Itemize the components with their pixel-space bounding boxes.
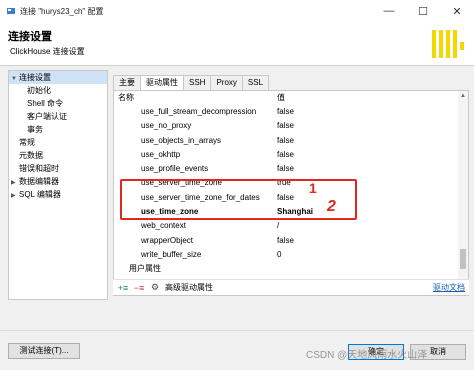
tree-item[interactable]: 常规 bbox=[9, 136, 107, 149]
property-name: use_objects_in_arrays bbox=[141, 135, 222, 145]
property-name: wrapperObject bbox=[141, 235, 194, 245]
test-connection-button[interactable]: 测试连接(T)... bbox=[8, 343, 80, 359]
table-row[interactable]: use_full_stream_decompression false bbox=[114, 105, 468, 119]
tree-item[interactable]: 元数据 bbox=[9, 149, 107, 162]
tree-item[interactable]: ▶ SQL 编辑器 bbox=[9, 188, 107, 201]
property-value[interactable]: false bbox=[277, 105, 294, 119]
tab-1[interactable]: 驱动属性 bbox=[140, 75, 184, 91]
annotation-1: 1 bbox=[309, 180, 317, 196]
tree-item-label: 数据编辑器 bbox=[19, 177, 59, 186]
page-subtitle: ClickHouse 连接设置 bbox=[10, 47, 85, 56]
highlight-box bbox=[120, 179, 357, 220]
settings-tree[interactable]: ▼ 连接设置 初始化 Shell 命令 客户端认证 事务 常规 元数据 错误和超时 ▶ 数据编辑器 ▶… bbox=[8, 70, 108, 300]
property-value[interactable]: false bbox=[277, 134, 294, 148]
app-icon bbox=[7, 8, 15, 14]
advanced-properties-label: 高级驱动属性 bbox=[165, 283, 213, 292]
tree-item-label: Shell 命令 bbox=[27, 99, 64, 108]
property-name: 用户属性 bbox=[129, 264, 161, 274]
tree-item[interactable]: ▼ 连接设置 bbox=[9, 71, 107, 84]
table-row[interactable]: wrapperObject false bbox=[114, 234, 468, 248]
property-value[interactable]: false bbox=[277, 162, 294, 176]
property-name: write_buffer_size bbox=[141, 249, 202, 259]
scroll-up-icon[interactable]: ▲ bbox=[458, 91, 468, 101]
column-header-value[interactable]: 值 bbox=[277, 91, 285, 105]
close-button[interactable]: ✕ bbox=[440, 0, 474, 22]
clickhouse-logo-icon bbox=[430, 26, 466, 62]
table-row[interactable]: web_context / bbox=[114, 219, 468, 233]
table-row[interactable]: 用户属性 bbox=[114, 262, 468, 276]
property-name: web_context bbox=[141, 221, 186, 231]
tree-item[interactable]: 事务 bbox=[9, 123, 107, 136]
table-row[interactable]: use_objects_in_arrays false bbox=[114, 134, 468, 148]
page-header: 连接设置 ClickHouse 连接设置 bbox=[0, 22, 474, 66]
driver-docs-link[interactable]: 驱动文档 bbox=[433, 282, 465, 293]
property-name: use_full_stream_decompression bbox=[141, 107, 257, 116]
page-title: 连接设置 bbox=[8, 31, 52, 43]
advanced-settings-icon[interactable]: ⚙ bbox=[149, 282, 161, 294]
property-name: use_no_proxy bbox=[141, 121, 192, 131]
property-value[interactable]: false bbox=[277, 234, 294, 248]
tab-3[interactable]: Proxy bbox=[210, 75, 243, 90]
tree-item[interactable]: 错误和超时 bbox=[9, 162, 107, 175]
minimize-button[interactable]: — bbox=[372, 0, 406, 22]
remove-property-icon[interactable]: −≡ bbox=[133, 282, 145, 294]
tree-item-label: 错误和超时 bbox=[19, 164, 59, 173]
tree-item[interactable]: 客户端认证 bbox=[9, 110, 107, 123]
table-row[interactable]: use_okhttp false bbox=[114, 148, 468, 162]
maximize-button[interactable]: ☐ bbox=[406, 0, 440, 22]
tree-item-label: 常规 bbox=[19, 138, 35, 147]
property-value[interactable]: false bbox=[277, 119, 294, 133]
table-row[interactable]: use_profile_events false bbox=[114, 162, 468, 176]
tree-item-label: 客户端认证 bbox=[27, 112, 67, 121]
chevron-down-icon[interactable]: ▼ bbox=[11, 73, 19, 86]
panel-toolbar: +≡ −≡ ⚙ 高级驱动属性 驱动文档 bbox=[113, 279, 469, 295]
tree-item[interactable]: Shell 命令 bbox=[9, 97, 107, 110]
tab-0[interactable]: 主要 bbox=[113, 75, 141, 90]
driver-properties-panel: 名称 值 use_full_stream_decompression false u… bbox=[113, 90, 469, 296]
tree-item-label: 初始化 bbox=[27, 86, 51, 95]
tree-item-label: 事务 bbox=[27, 125, 43, 134]
watermark: CSDN @天地风雨水火山泽 bbox=[306, 350, 428, 361]
property-value[interactable]: false bbox=[277, 148, 294, 162]
tab-4[interactable]: SSL bbox=[241, 75, 270, 90]
chevron-right-icon[interactable]: ▶ bbox=[11, 190, 19, 203]
tree-item-label: 元数据 bbox=[19, 151, 43, 160]
table-row[interactable]: write_buffer_size 0 bbox=[114, 248, 468, 262]
property-name: use_profile_events bbox=[141, 164, 209, 174]
property-value[interactable]: / bbox=[277, 219, 279, 233]
vertical-scrollbar[interactable]: ▲ ▼ bbox=[458, 91, 468, 295]
scrollbar-thumb[interactable] bbox=[460, 249, 466, 269]
property-name: use_okhttp bbox=[141, 149, 181, 159]
tab-2[interactable]: SSH bbox=[183, 75, 212, 90]
tree-item-label: SQL 编辑器 bbox=[19, 190, 61, 199]
tree-item[interactable]: ▶ 数据编辑器 bbox=[9, 175, 107, 188]
property-value[interactable]: 0 bbox=[277, 248, 281, 262]
tree-item-label: 连接设置 bbox=[19, 73, 51, 82]
table-row[interactable]: use_no_proxy false bbox=[114, 119, 468, 133]
window-titlebar: 连接 "hurys23_ch" 配置 — ☐ ✕ bbox=[0, 0, 474, 22]
grid-header: 名称 值 bbox=[114, 91, 468, 105]
column-header-name[interactable]: 名称 bbox=[118, 91, 134, 105]
add-property-icon[interactable]: +≡ bbox=[117, 282, 129, 294]
tree-item[interactable]: 初始化 bbox=[9, 84, 107, 97]
annotation-2: 2 bbox=[327, 198, 336, 215]
tab-bar: 主要 驱动属性 SSH Proxy SSL bbox=[113, 75, 270, 91]
footer-divider bbox=[0, 330, 474, 331]
window-title: 连接 "hurys23_ch" 配置 bbox=[20, 6, 104, 16]
